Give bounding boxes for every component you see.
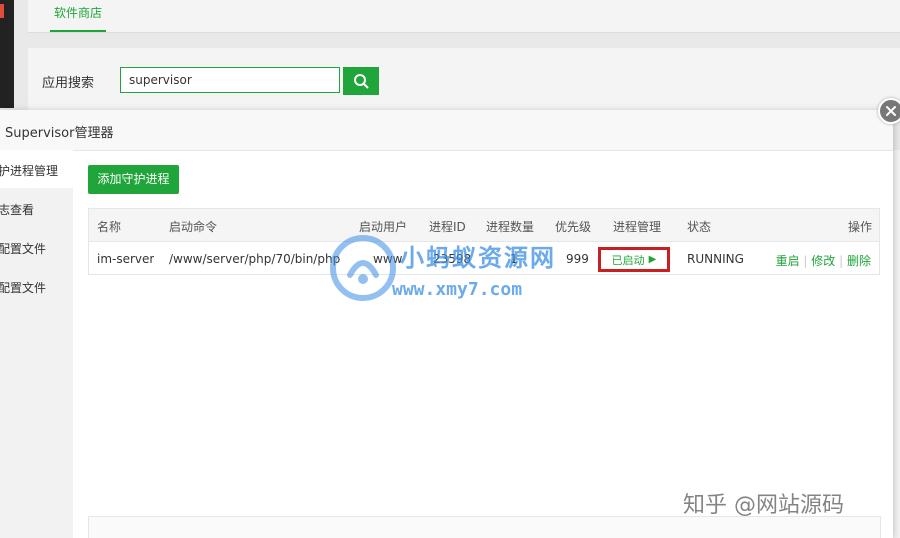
play-icon: ▶ [648,254,657,265]
sidebar-item-config-file-1[interactable]: 配置文件 [0,228,73,266]
tab-software-store[interactable]: 软件商店 [50,0,106,32]
top-tab-bar: 软件商店 [28,0,900,33]
search-icon [354,74,369,89]
td-priority: 999 [566,252,589,266]
search-panel: 应用搜索 [28,48,900,110]
dark-sidebar-edge [0,0,14,108]
add-daemon-button[interactable]: 添加守护进程 [88,165,179,194]
th-command: 启动命令 [169,220,218,234]
td-command: /www/server/php/70/bin/php /w... [169,252,341,266]
edit-link[interactable]: 修改 [811,254,835,268]
td-name: im-server [97,252,155,266]
th-ops: 操作 [848,220,873,234]
th-count: 进程数量 [486,220,535,234]
supervisor-modal: Supervisor管理器 护进程管理 志查看 配置文件 配置文件 添加守护进程… [0,110,893,538]
search-input[interactable] [120,67,340,93]
th-priority: 优先级 [555,220,592,234]
search-button[interactable] [343,67,379,95]
status-label: 已启动 [611,253,645,267]
th-state: 状态 [687,220,712,234]
op-separator: | [839,254,847,268]
modal-sidebar: 护进程管理 志查看 配置文件 配置文件 [0,150,73,538]
watermark-logo-icon [330,235,396,301]
delete-link[interactable]: 删除 [847,254,871,268]
th-user: 启动用户 [359,220,408,234]
watermark-zhihu: 知乎 @网站源码 [683,493,844,518]
th-name: 名称 [97,220,122,234]
sidebar-accent [0,4,4,18]
modal-title: Supervisor管理器 [5,126,114,141]
sidebar-item-daemon-management[interactable]: 护进程管理 [0,150,73,188]
th-manage: 进程管理 [613,220,662,234]
bottom-panel [88,516,881,538]
modal-header: Supervisor管理器 [0,110,893,151]
close-icon [886,106,896,116]
th-pid: 进程ID [429,220,466,234]
watermark-site-name: 小蚂蚁资源网 [400,244,556,272]
sidebar-item-log-view[interactable]: 志查看 [0,189,73,227]
restart-link[interactable]: 重启 [776,254,800,268]
watermark-site-url: www.xmy7.com [392,279,523,300]
background-right-edge [893,150,900,538]
sidebar-item-config-file-2[interactable]: 配置文件 [0,267,73,305]
search-label: 应用搜索 [42,76,95,91]
td-state: RUNNING [687,252,744,266]
row-operations: 重启 | 修改 | 删除 [776,252,871,269]
modal-close-button[interactable] [878,98,900,124]
process-started-button[interactable]: 已启动 ▶ [598,247,670,272]
